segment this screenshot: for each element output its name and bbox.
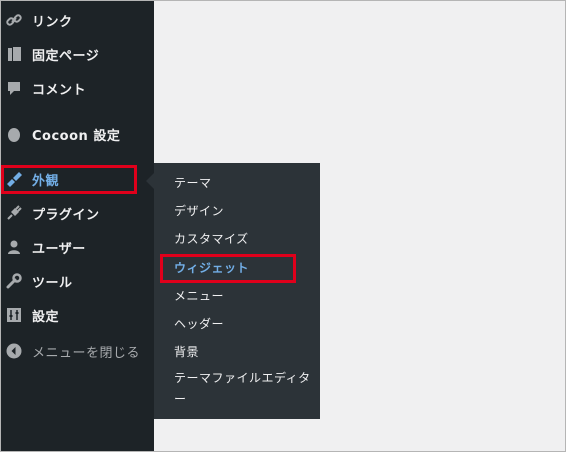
sidebar-item-appearance[interactable]: 外観 bbox=[1, 162, 154, 196]
submenu-item-header[interactable]: ヘッダー bbox=[154, 315, 320, 339]
collapse-arrow-icon bbox=[4, 341, 24, 361]
submenu-item-widgets[interactable]: ウィジェット bbox=[154, 254, 320, 280]
collapse-menu-button[interactable]: メニューを閉じる bbox=[1, 334, 154, 368]
sidebar-item-label: 外観 bbox=[32, 173, 60, 189]
settings-sliders-icon bbox=[4, 305, 24, 325]
sidebar-item-plugins[interactable]: プラグイン bbox=[1, 196, 154, 230]
submenu-item-design[interactable]: デザイン bbox=[154, 202, 320, 226]
sidebar-item-users[interactable]: ユーザー bbox=[1, 230, 154, 264]
sidebar-item-label: Cocoon 設定 bbox=[32, 128, 121, 144]
submenu-item-label: デザイン bbox=[174, 204, 225, 218]
sidebar-item-pages[interactable]: 固定ページ bbox=[1, 37, 154, 71]
link-icon bbox=[4, 10, 24, 30]
submenu-item-customize[interactable]: カスタマイズ bbox=[154, 230, 320, 254]
page-icon bbox=[4, 44, 24, 64]
submenu-item-menus[interactable]: メニュー bbox=[154, 287, 320, 311]
submenu-item-label: メニュー bbox=[174, 289, 225, 303]
sidebar-item-label: ユーザー bbox=[32, 241, 86, 257]
submenu-item-theme-file-editor[interactable]: テーマファイルエディター bbox=[154, 368, 320, 414]
sidebar-item-cocoon-settings[interactable]: Cocoon 設定 bbox=[1, 117, 154, 151]
sidebar-item-links[interactable]: リンク bbox=[1, 3, 154, 37]
sidebar-item-label: ツール bbox=[32, 275, 73, 291]
circle-icon bbox=[4, 124, 24, 144]
plugin-icon bbox=[4, 203, 24, 223]
submenu-item-label: ウィジェット bbox=[174, 261, 250, 275]
comment-icon bbox=[4, 78, 24, 98]
submenu-item-background[interactable]: 背景 bbox=[154, 343, 320, 367]
submenu-item-label: ヘッダー bbox=[174, 317, 225, 331]
submenu-item-label: カスタマイズ bbox=[174, 232, 249, 246]
submenu-pointer bbox=[146, 173, 154, 189]
sidebar-item-tools[interactable]: ツール bbox=[1, 264, 154, 298]
sidebar-item-label: メニューを閉じる bbox=[32, 345, 141, 361]
appearance-submenu: テーマ デザイン カスタマイズ ウィジェット メニュー ヘッダー 背景 テーマフ… bbox=[154, 163, 320, 419]
appearance-brush-icon bbox=[4, 169, 24, 189]
sidebar-item-label: 設定 bbox=[32, 309, 60, 325]
sidebar-item-label: 固定ページ bbox=[32, 48, 100, 64]
sidebar-item-settings[interactable]: 設定 bbox=[1, 298, 154, 332]
screenshot-frame: リンク 固定ページ コメント Cocoon 設定 外観 プラグイン ユーザー ツ… bbox=[0, 0, 566, 452]
admin-sidebar: リンク 固定ページ コメント Cocoon 設定 外観 プラグイン ユーザー ツ… bbox=[1, 1, 154, 451]
sidebar-item-label: リンク bbox=[32, 14, 73, 30]
sidebar-item-label: コメント bbox=[32, 82, 87, 98]
sidebar-item-comments[interactable]: コメント bbox=[1, 71, 154, 105]
submenu-item-label: テーマ bbox=[174, 176, 212, 190]
wrench-icon bbox=[4, 271, 24, 291]
submenu-item-label: 背景 bbox=[174, 345, 200, 359]
submenu-item-themes[interactable]: テーマ bbox=[154, 174, 320, 198]
user-icon bbox=[4, 237, 24, 257]
submenu-item-label: テーマファイルエディター bbox=[174, 371, 311, 406]
sidebar-item-label: プラグイン bbox=[32, 207, 100, 223]
